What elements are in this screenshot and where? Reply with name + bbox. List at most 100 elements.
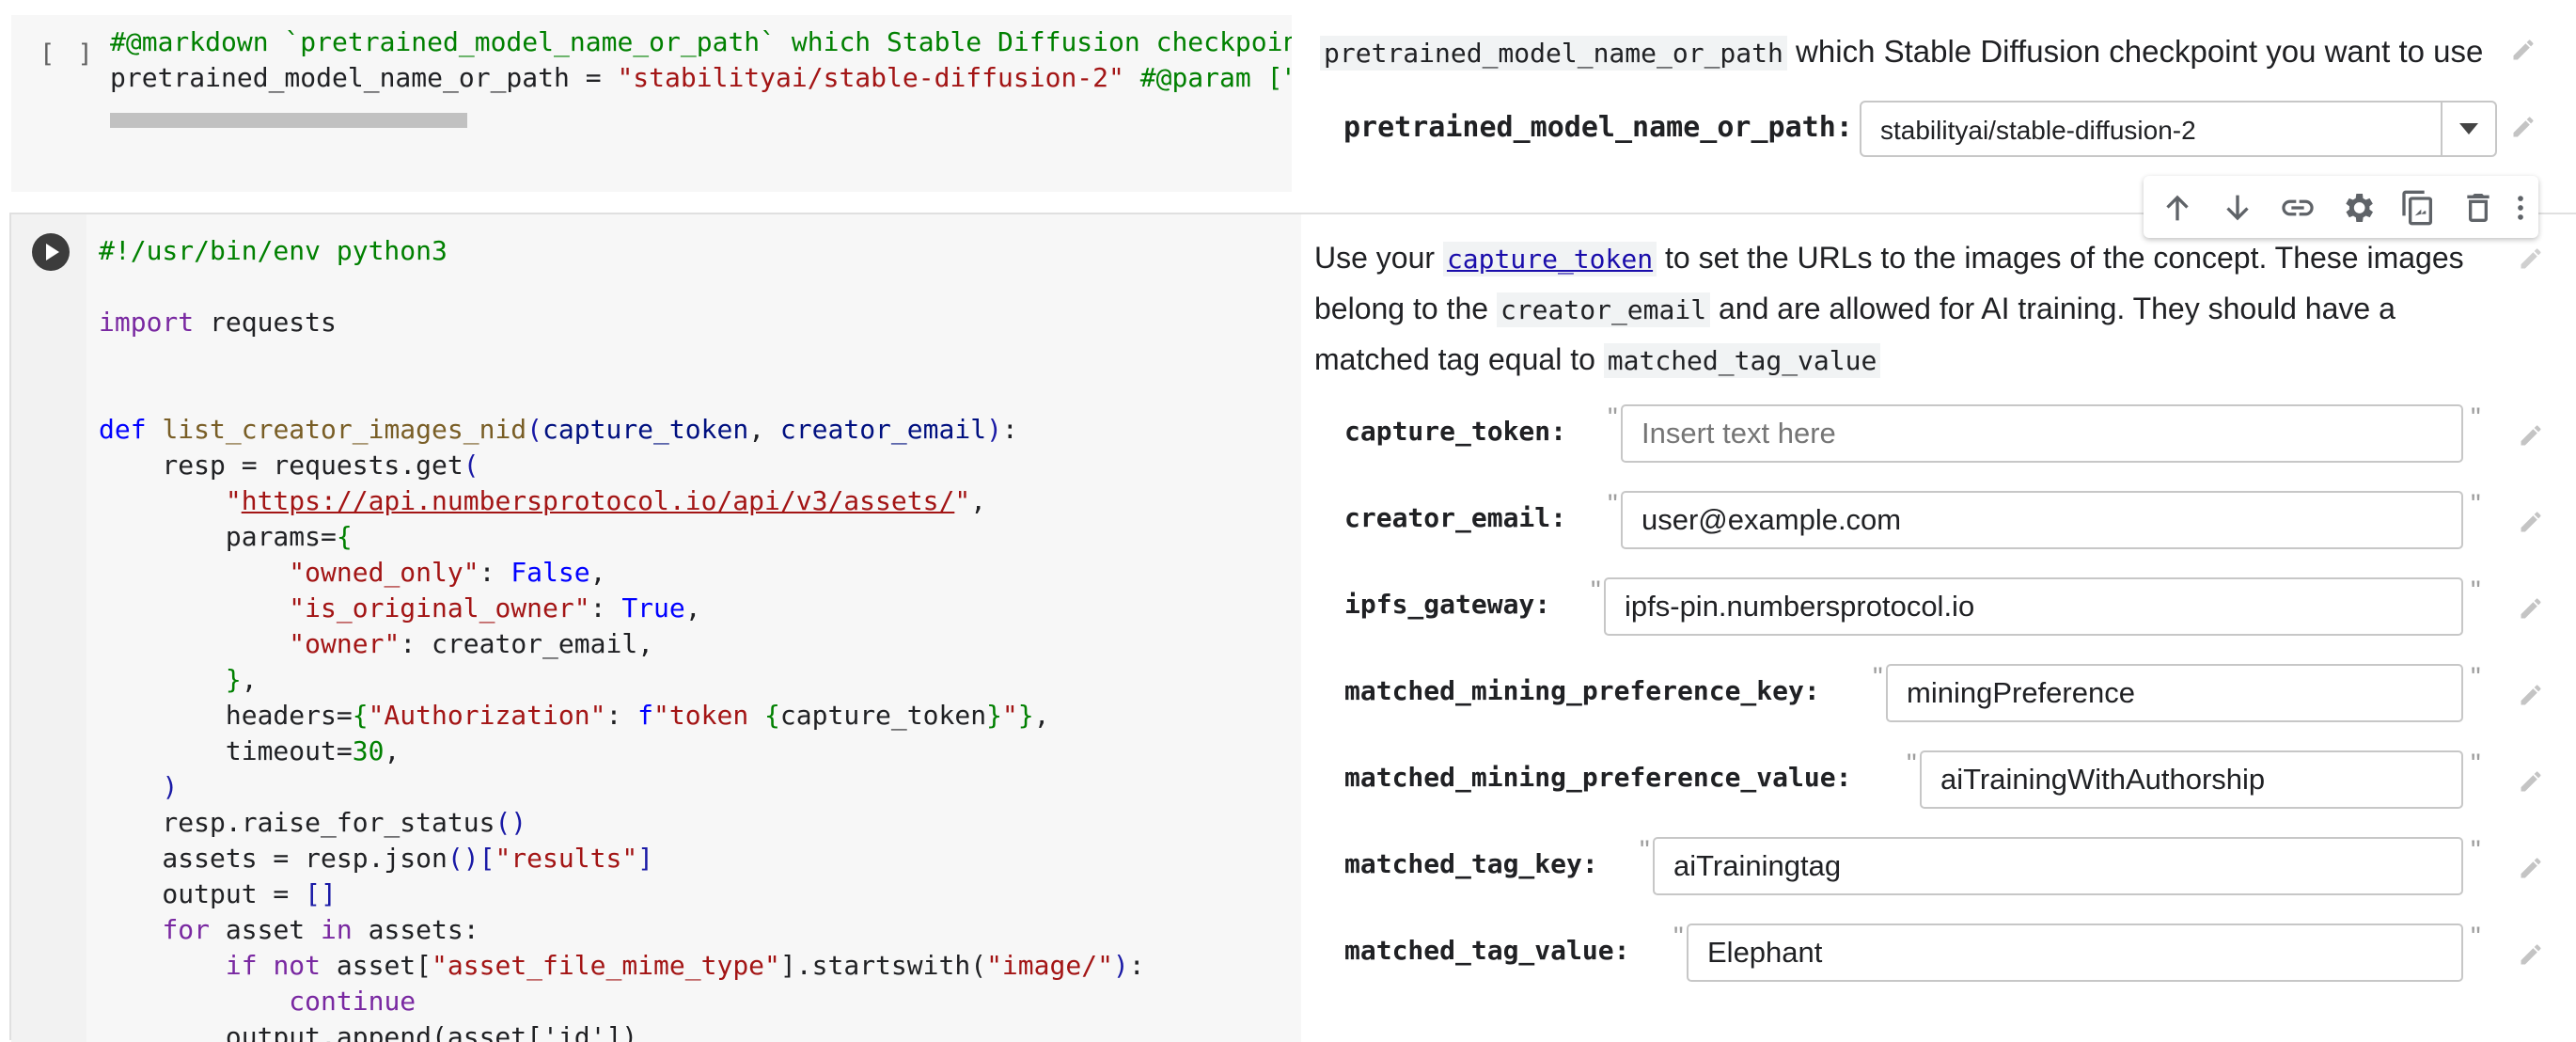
select-value: stabilityai/stable-diffusion-2 (1880, 116, 2196, 145)
quote-mark: " (2471, 835, 2481, 866)
description-text: Use your (1314, 241, 1443, 275)
code-line: for asset in assets: (99, 912, 479, 948)
horizontal-scrollbar[interactable] (110, 113, 467, 128)
code-token: asset (210, 914, 322, 945)
code-token: "token (653, 700, 765, 731)
edit-pencil-icon[interactable] (2518, 419, 2544, 451)
code-token: asset[ (321, 950, 432, 981)
quote-mark: " (2471, 576, 2481, 607)
code-token: "is_original_owner" (289, 592, 590, 624)
code-line-markdown: #@markdown `pretrained_model_name_or_pat… (110, 26, 1292, 57)
edit-pencil-icon[interactable] (2518, 679, 2544, 711)
edit-pencil-icon[interactable] (2518, 939, 2544, 971)
edit-pencil-icon[interactable] (2518, 766, 2544, 797)
inline-code: creator_email (1496, 292, 1711, 327)
form-description: pretrained_model_name_or_path which Stab… (1320, 34, 2483, 71)
code-token: "results" (495, 843, 638, 874)
code-line: output = [] (99, 878, 337, 909)
code-token: " (1001, 700, 1018, 731)
quote-mark: " (1673, 922, 1684, 953)
form-cell-checkpoint: [ ] #@markdown `pretrained_model_name_or… (0, 0, 2576, 197)
capture-token-link[interactable]: capture_token (1442, 242, 1657, 276)
code-token: output = (99, 878, 306, 909)
quote-mark: " (2471, 403, 2481, 434)
form-cell-dataset: #!/usr/bin/env python3 import requests d… (9, 213, 2576, 1042)
code-token: " (225, 485, 242, 516)
code-token: " (954, 485, 971, 516)
code-line: params={ (99, 521, 353, 552)
edit-pencil-icon[interactable] (2518, 852, 2544, 884)
gear-icon[interactable] (2339, 189, 2377, 227)
code-token: "stabilityai/stable-diffusion-2" (617, 62, 1124, 93)
field-label: matched_tag_key: (1344, 848, 1598, 879)
field-matched-tag-key: matched_tag_key: " " (1301, 833, 2576, 899)
link-icon[interactable] (2279, 189, 2317, 227)
form-description: Use your capture_token to set the URLs t… (1314, 233, 2518, 386)
chevron-down-icon[interactable] (2459, 123, 2478, 134)
inline-code: pretrained_model_name_or_path (1320, 36, 1787, 71)
arrow-down-icon[interactable] (2219, 189, 2256, 227)
matched-tag-key-input[interactable] (1653, 837, 2463, 895)
edit-pencil-icon[interactable] (2518, 506, 2544, 538)
edit-pencil-icon[interactable] (2518, 243, 2544, 275)
more-vert-icon[interactable] (2505, 189, 2537, 227)
trash-icon[interactable] (2459, 189, 2497, 227)
code-token: in (321, 914, 353, 945)
code-line-param: pretrained_model_name_or_path = "stabili… (110, 60, 1292, 96)
mirror-cell-icon[interactable] (2399, 189, 2437, 227)
code-token: 30 (352, 735, 385, 766)
edit-pencil-icon[interactable] (2510, 111, 2537, 143)
code-token: params= (99, 521, 337, 552)
url-link[interactable]: https://api.numbersprotocol.io/api/v3/as… (242, 485, 955, 516)
param-label: pretrained_model_name_or_path: (1343, 111, 1853, 144)
code-editor[interactable]: #!/usr/bin/env python3 import requests d… (86, 214, 1301, 1042)
field-mining-pref-value: matched_mining_preference_value: " " (1301, 747, 2576, 813)
code-token: #@param ["stabilityai/stable-diffusion-2… (1139, 62, 1292, 93)
quote-mark: " (2471, 489, 2481, 520)
field-label: matched_mining_preference_value: (1344, 762, 1852, 793)
quote-mark: " (1907, 749, 1917, 780)
quote-mark: " (1608, 403, 1618, 434)
code-line: "owner": creator_email, (289, 628, 654, 659)
code-token: capture_token (542, 414, 749, 445)
checkpoint-select[interactable]: stabilityai/stable-diffusion-2 (1860, 101, 2497, 157)
code-token: def (99, 414, 147, 445)
code-line: output.append(asset['id']) (99, 1021, 638, 1042)
quote-mark: " (1640, 835, 1650, 866)
capture-token-input[interactable] (1621, 404, 2463, 463)
field-label: matched_tag_value: (1344, 935, 1630, 966)
code-token: "owned_only" (289, 557, 479, 588)
code-token: pretrained_model_name_or_path = (110, 62, 618, 93)
code-line: if not asset["asset_file_mime_type"].sta… (225, 950, 1145, 981)
code-token: resp = requests.get (99, 450, 463, 481)
code-line: "https://api.numbersprotocol.io/api/v3/a… (225, 485, 987, 516)
quote-mark: " (1591, 576, 1601, 607)
code-line: headers={"Authorization": f"token {captu… (99, 700, 1050, 731)
execution-count: [ ] (39, 39, 97, 69)
code-token: capture_token (779, 700, 987, 731)
mining-pref-key-input[interactable] (1886, 664, 2463, 722)
arrow-up-icon[interactable] (2159, 189, 2196, 227)
creator-email-input[interactable] (1621, 491, 2463, 549)
field-label: ipfs_gateway: (1344, 589, 1551, 620)
code-editor[interactable]: [ ] #@markdown `pretrained_model_name_or… (11, 15, 1292, 192)
quote-mark: " (1873, 662, 1883, 693)
ipfs-gateway-input[interactable] (1604, 577, 2463, 636)
code-line: import requests (99, 305, 337, 340)
field-mining-pref-key: matched_mining_preference_key: " " (1301, 660, 2576, 726)
code-token: import (99, 307, 195, 338)
field-creator-email: creator_email: " " (1301, 487, 2576, 553)
edit-pencil-icon[interactable] (2510, 34, 2537, 66)
code-line: }, (225, 664, 258, 695)
code-line: ) (162, 771, 179, 802)
cell-gutter (11, 214, 86, 1042)
code-token: False (510, 557, 590, 588)
field-label: matched_mining_preference_key: (1344, 675, 1820, 706)
code-token: True (621, 592, 685, 624)
mining-pref-value-input[interactable] (1920, 750, 2463, 809)
field-ipfs-gateway: ipfs_gateway: " " (1301, 574, 2576, 639)
run-cell-button[interactable] (32, 233, 70, 271)
edit-pencil-icon[interactable] (2518, 592, 2544, 624)
matched-tag-value-input[interactable] (1687, 924, 2463, 982)
code-line: #!/usr/bin/env python3 (99, 235, 448, 266)
